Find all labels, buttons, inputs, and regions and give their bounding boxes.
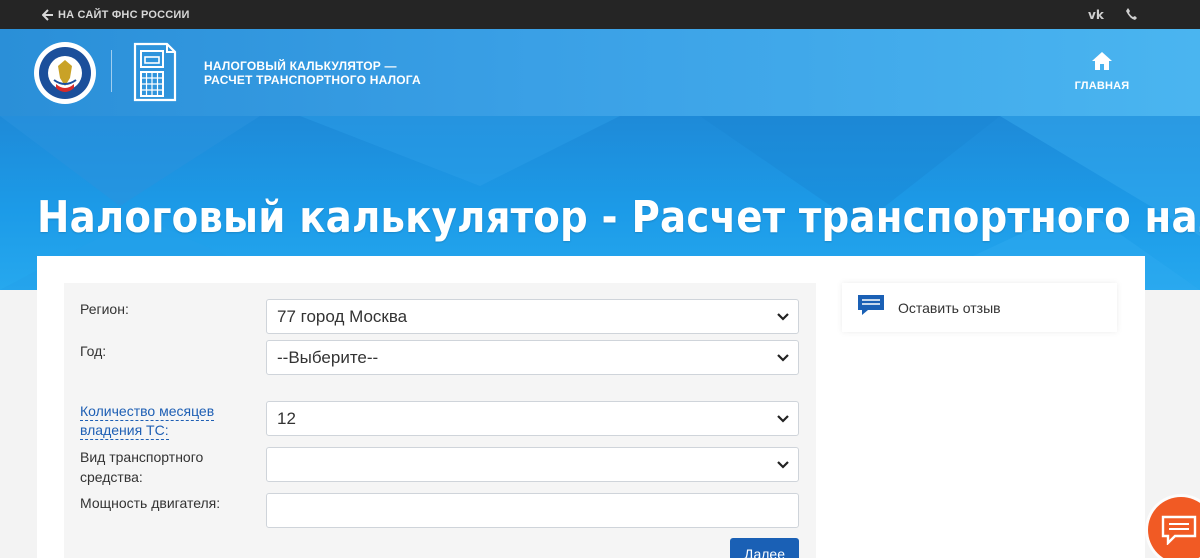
- calculator-icon: [133, 42, 177, 102]
- chevron-down-icon: [777, 313, 789, 321]
- chevron-down-icon: [777, 461, 789, 469]
- page-title: Налоговый калькулятор - Расчет транспорт…: [37, 192, 1200, 243]
- next-button[interactable]: Далее: [730, 538, 799, 558]
- engine-power-label: Мощность двигателя:: [80, 495, 221, 511]
- months-select-value: 12: [277, 408, 296, 428]
- months-label-line1[interactable]: Количество месяцев: [80, 402, 215, 421]
- region-label: Регион:: [80, 301, 129, 317]
- home-icon: [1092, 52, 1112, 70]
- app-name: НАЛОГОВЫЙ КАЛЬКУЛЯТОР — РАСЧЕТ ТРАНСПОРТ…: [204, 59, 421, 87]
- chevron-down-icon: [777, 415, 789, 423]
- vk-icon[interactable]: vk: [1088, 7, 1104, 21]
- home-nav-link[interactable]: ГЛАВНАЯ: [1072, 51, 1132, 92]
- vehicle-type-label: Вид транспортного средства:: [80, 447, 203, 487]
- year-label: Год:: [80, 343, 107, 359]
- top-bar: НА САЙТ ФНС РОССИИ vk: [0, 0, 1200, 29]
- app-name-line1: НАЛОГОВЫЙ КАЛЬКУЛЯТОР —: [204, 59, 397, 73]
- feedback-box[interactable]: Оставить отзыв: [842, 283, 1117, 332]
- home-label: ГЛАВНАЯ: [1074, 80, 1130, 92]
- chat-icon: [1161, 515, 1197, 545]
- back-to-fns-link[interactable]: НА САЙТ ФНС РОССИИ: [42, 0, 190, 29]
- year-select[interactable]: --Выберите--: [266, 340, 799, 375]
- vehicle-type-select[interactable]: [266, 447, 799, 482]
- header-separator: [111, 50, 112, 92]
- app-name-line2: РАСЧЕТ ТРАНСПОРТНОГО НАЛОГА: [204, 73, 421, 87]
- region-select[interactable]: 77 город Москва: [266, 299, 799, 334]
- vehicle-type-label-line1: Вид транспортного: [80, 449, 204, 465]
- year-select-value: --Выберите--: [277, 347, 379, 367]
- svg-text:vk: vk: [1088, 8, 1104, 21]
- vehicle-type-label-line2: средства:: [80, 469, 143, 485]
- months-label[interactable]: Количество месяцев владения ТС:: [80, 402, 215, 440]
- feedback-label: Оставить отзыв: [898, 300, 1001, 316]
- chevron-down-icon: [777, 354, 789, 362]
- back-link-label: НА САЙТ ФНС РОССИИ: [58, 8, 190, 21]
- chat-button[interactable]: [1148, 497, 1200, 558]
- feedback-icon: [858, 295, 884, 315]
- phone-icon[interactable]: [1125, 7, 1138, 21]
- engine-power-input[interactable]: [266, 493, 799, 528]
- region-select-value: 77 город Москва: [277, 306, 408, 326]
- arrow-left-icon: [42, 8, 53, 21]
- site-header: НАЛОГОВЫЙ КАЛЬКУЛЯТОР — РАСЧЕТ ТРАНСПОРТ…: [0, 29, 1200, 116]
- months-select[interactable]: 12: [266, 401, 799, 436]
- months-label-line2[interactable]: владения ТС:: [80, 421, 169, 440]
- fns-emblem-logo[interactable]: [32, 40, 98, 106]
